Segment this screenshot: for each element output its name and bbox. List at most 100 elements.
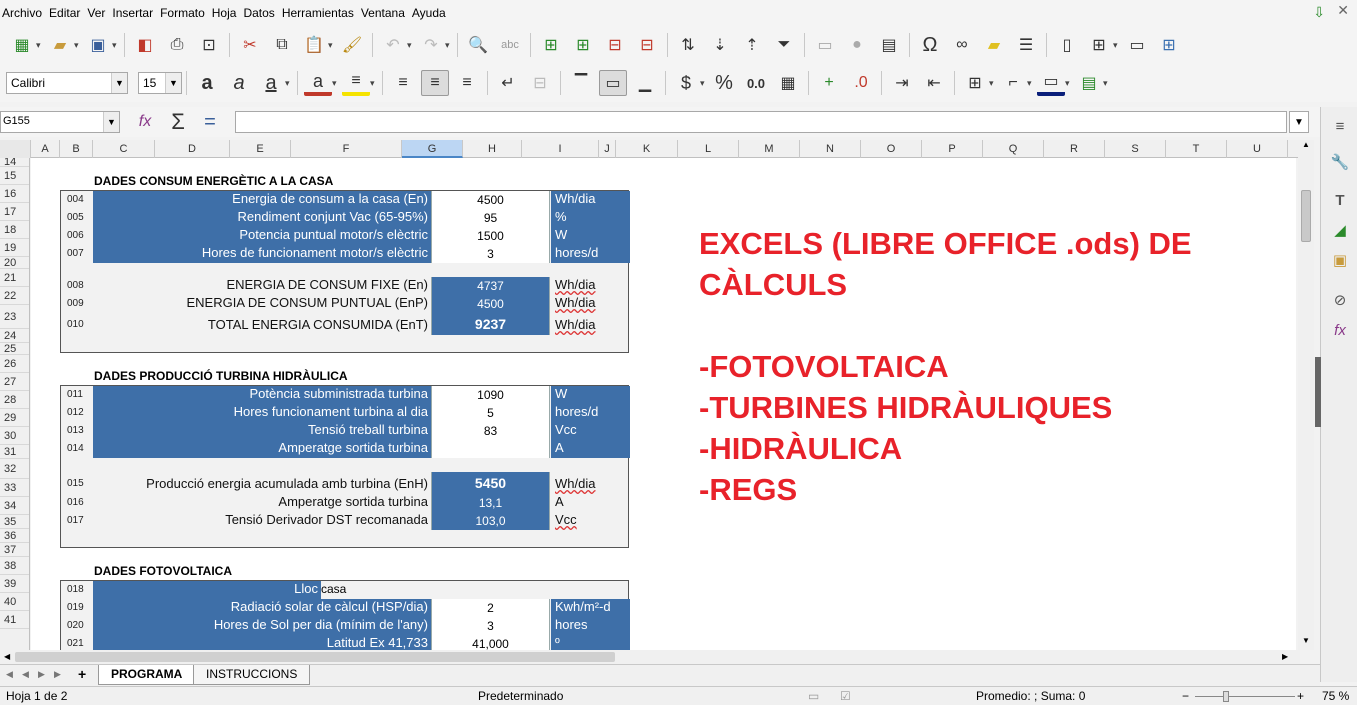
column-header[interactable]: H bbox=[463, 140, 522, 158]
row-header[interactable]: 25 bbox=[0, 343, 29, 355]
menu-insertar[interactable]: Insertar bbox=[110, 0, 158, 26]
close-document-icon[interactable]: ✕ bbox=[1337, 2, 1349, 19]
menu-ver[interactable]: Ver bbox=[85, 0, 110, 26]
row-header[interactable]: 21 bbox=[0, 269, 29, 287]
column-header[interactable]: T bbox=[1166, 140, 1227, 158]
underline-dropdown-icon[interactable]: ▾ bbox=[285, 78, 293, 89]
row-header[interactable]: 17 bbox=[0, 203, 29, 221]
row-value[interactable]: 4737 bbox=[431, 277, 550, 295]
undo-dropdown-icon[interactable]: ▾ bbox=[407, 40, 415, 51]
chevron-down-icon[interactable]: ▼ bbox=[111, 73, 127, 93]
add-sheet-button[interactable]: + bbox=[78, 666, 86, 682]
column-header[interactable]: L bbox=[678, 140, 739, 158]
sort-ascending-icon[interactable]: ⇡ bbox=[738, 32, 766, 58]
delete-row-icon[interactable]: ⊟ bbox=[601, 32, 629, 58]
scroll-down-icon[interactable]: ▼ bbox=[1302, 636, 1310, 645]
paste-icon[interactable]: 📋 bbox=[300, 32, 328, 58]
zoom-slider[interactable] bbox=[1195, 696, 1295, 697]
menu-ventana[interactable]: Ventana bbox=[359, 0, 410, 26]
last-sheet-icon[interactable]: ▶ bbox=[54, 669, 61, 680]
name-box[interactable]: G155 ▼ bbox=[0, 111, 120, 133]
row-header[interactable]: 18 bbox=[0, 221, 29, 239]
row-header[interactable]: 15 bbox=[0, 167, 29, 185]
row-header[interactable]: 34 bbox=[0, 497, 29, 515]
conditional-dropdown-icon[interactable]: ▾ bbox=[1103, 78, 1111, 89]
delete-column-icon[interactable]: ⊟ bbox=[633, 32, 661, 58]
spreadsheet-grid[interactable]: DADES CONSUM ENERGÈTIC A LA CASA 004 Ene… bbox=[31, 158, 1296, 650]
underline-icon[interactable]: a bbox=[257, 70, 285, 96]
spelling-icon[interactable]: abc bbox=[496, 32, 524, 58]
paste-dropdown-icon[interactable]: ▾ bbox=[328, 40, 336, 51]
pivot-table-icon[interactable]: ▤ bbox=[875, 32, 903, 58]
column-header[interactable]: S bbox=[1105, 140, 1166, 158]
row-header[interactable]: 28 bbox=[0, 391, 29, 409]
expand-formula-icon[interactable]: ▼ bbox=[1289, 111, 1309, 133]
column-header[interactable]: B bbox=[60, 140, 93, 158]
menu-editar[interactable]: Editar bbox=[47, 0, 85, 26]
row-value[interactable]: 4500 bbox=[431, 295, 550, 313]
print-icon[interactable]: ⎙ bbox=[163, 32, 191, 58]
table-row[interactable]: 004 Energia de consum a la casa (En) 450… bbox=[61, 191, 630, 209]
highlight-dropdown-icon[interactable]: ▾ bbox=[370, 78, 378, 89]
insert-column-icon[interactable]: ⊞ bbox=[569, 32, 597, 58]
row-header[interactable]: 26 bbox=[0, 355, 29, 373]
new-dropdown-icon[interactable]: ▾ bbox=[36, 40, 44, 51]
properties-wrench-icon[interactable]: 🔧 bbox=[1329, 151, 1351, 173]
row-header[interactable]: 22 bbox=[0, 287, 29, 305]
row-header[interactable]: 40 bbox=[0, 593, 29, 611]
scrollbar-thumb[interactable] bbox=[1301, 190, 1311, 242]
redo-dropdown-icon[interactable]: ▾ bbox=[445, 40, 453, 51]
row-value[interactable]: 3 bbox=[431, 617, 550, 635]
row-header[interactable]: 27 bbox=[0, 373, 29, 391]
hyperlink-icon[interactable]: ∞ bbox=[948, 32, 976, 58]
menu-ayuda[interactable]: Ayuda bbox=[410, 0, 451, 26]
column-header[interactable]: E bbox=[230, 140, 291, 158]
styles-icon[interactable]: T bbox=[1329, 189, 1351, 211]
column-header[interactable]: P bbox=[922, 140, 983, 158]
open-dropdown-icon[interactable]: ▾ bbox=[74, 40, 82, 51]
table-row[interactable]: 019 Radiació solar de càlcul (HSP/dia) 2… bbox=[61, 599, 630, 617]
border-color-icon[interactable]: ▭ bbox=[1037, 70, 1065, 96]
increase-indent-icon[interactable]: ⇥ bbox=[888, 70, 916, 96]
insert-image-icon[interactable]: ▭ bbox=[811, 32, 839, 58]
bold-icon[interactable]: a bbox=[193, 70, 221, 96]
row-header[interactable]: 20 bbox=[0, 257, 29, 269]
row-value[interactable]: 9237 bbox=[431, 313, 550, 335]
wrap-text-icon[interactable]: ↵ bbox=[494, 70, 522, 96]
column-header[interactable]: A bbox=[31, 140, 60, 158]
save-dropdown-icon[interactable]: ▾ bbox=[112, 40, 120, 51]
font-name-select[interactable]: Calibri ▼ bbox=[6, 72, 128, 94]
row-header[interactable]: 14 bbox=[0, 158, 29, 168]
conditional-format-icon[interactable]: ▤ bbox=[1075, 70, 1103, 96]
row-value[interactable]: 1500 bbox=[431, 227, 550, 245]
chevron-down-icon[interactable]: ▼ bbox=[165, 73, 181, 93]
column-header[interactable]: C bbox=[93, 140, 155, 158]
column-header[interactable]: D bbox=[155, 140, 230, 158]
undo-icon[interactable]: ↶ bbox=[379, 32, 407, 58]
table-row[interactable]: 009 ENERGIA DE CONSUM PUNTUAL (EnP) 4500… bbox=[61, 295, 630, 313]
menu-hoja[interactable]: Hoja bbox=[210, 0, 242, 26]
row-value[interactable]: casa bbox=[321, 582, 346, 596]
row-header[interactable]: 39 bbox=[0, 575, 29, 593]
table-row[interactable]: 017 Tensió Derivador DST recomanada 103,… bbox=[61, 512, 630, 530]
align-vertical-center-icon[interactable]: ▭ bbox=[599, 70, 627, 96]
update-download-icon[interactable]: ⇩ bbox=[1313, 4, 1325, 21]
row-header[interactable]: 38 bbox=[0, 557, 29, 575]
chevron-down-icon[interactable]: ▼ bbox=[103, 112, 119, 132]
show-draw-functions-icon[interactable]: ⊞ bbox=[1155, 32, 1183, 58]
new-document-icon[interactable]: ▦ bbox=[8, 32, 36, 58]
split-window-icon[interactable]: ▭ bbox=[1123, 32, 1151, 58]
table-row[interactable]: 014 Amperatge sortida turbina A bbox=[61, 440, 630, 458]
special-character-icon[interactable]: Ω bbox=[916, 32, 944, 58]
gallery-icon[interactable]: ◢ bbox=[1329, 219, 1351, 241]
redo-icon[interactable]: ↷ bbox=[417, 32, 445, 58]
align-bottom-icon[interactable]: ▁ bbox=[631, 70, 659, 96]
selection-mode-icon[interactable]: ☑ bbox=[840, 689, 851, 703]
compass-icon[interactable]: ⊘ bbox=[1329, 289, 1351, 311]
next-sheet-icon[interactable]: ▶ bbox=[38, 669, 45, 680]
select-all-corner[interactable] bbox=[0, 140, 31, 158]
export-pdf-icon[interactable]: ◧ bbox=[131, 32, 159, 58]
cut-icon[interactable]: ✂ bbox=[236, 32, 264, 58]
column-header[interactable]: N bbox=[800, 140, 861, 158]
font-color-dropdown-icon[interactable]: ▾ bbox=[332, 78, 340, 89]
